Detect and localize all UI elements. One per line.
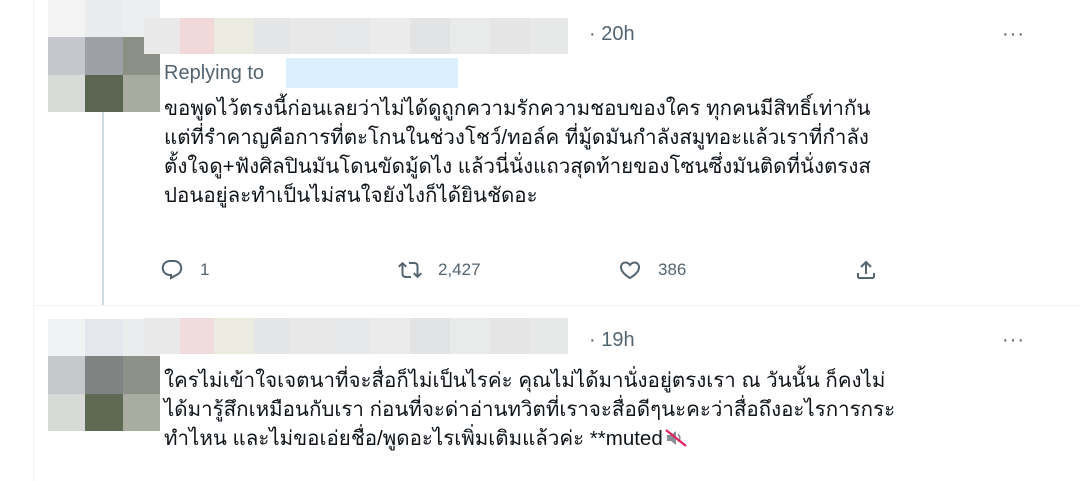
display-name-redacted[interactable] [144, 318, 568, 354]
tweet-timestamp[interactable]: · 20h [589, 23, 635, 46]
reply-icon [161, 260, 183, 280]
thread-line [102, 112, 104, 305]
avatar[interactable] [48, 0, 160, 112]
tweet[interactable]: · 20h ··· Replying to ขอพูดไว้ตรงนี้ก่อน… [34, 0, 1080, 305]
tweet-text: ขอพูดไว้ตรงนี้ก่อนเลยว่าไม่ได้ดูถูกความร… [164, 97, 871, 207]
more-options-icon[interactable]: ··· [1002, 329, 1025, 352]
tweet-text: ใครไม่เข้าใจเจตนาที่จะสื่อก็ไม่เป็นไรค่ะ… [164, 366, 1024, 453]
share-icon [857, 260, 875, 279]
reply-count: 1 [200, 260, 210, 279]
tweet-thread: · 20h ··· Replying to ขอพูดไว้ตรงนี้ก่อน… [0, 0, 1080, 481]
like-count: 386 [658, 260, 687, 279]
tweet[interactable]: · 19h ··· ใครไม่เข้าใจเจตนาที่จะสื่อก็ไม… [34, 305, 1080, 481]
like-icon [619, 261, 641, 280]
muted-speaker-icon [665, 427, 687, 447]
display-name-redacted[interactable] [144, 18, 568, 54]
retweet-button[interactable]: 2,427 [398, 255, 481, 285]
tweet-timestamp[interactable]: · 19h [589, 329, 635, 352]
reply-button[interactable]: 1 [160, 255, 209, 285]
more-options-icon[interactable]: ··· [1002, 23, 1025, 46]
retweet-icon [398, 261, 422, 279]
reply-handle-redacted[interactable] [286, 58, 458, 88]
tweet-actions: 1 2,427 386 [160, 255, 920, 285]
share-button[interactable] [854, 255, 878, 285]
retweet-count: 2,427 [438, 260, 481, 279]
like-button[interactable]: 386 [618, 255, 686, 285]
replying-to-label: Replying to [164, 62, 265, 84]
tweet-text-content: ใครไม่เข้าใจเจตนาที่จะสื่อก็ไม่เป็นไรค่ะ… [164, 369, 896, 450]
